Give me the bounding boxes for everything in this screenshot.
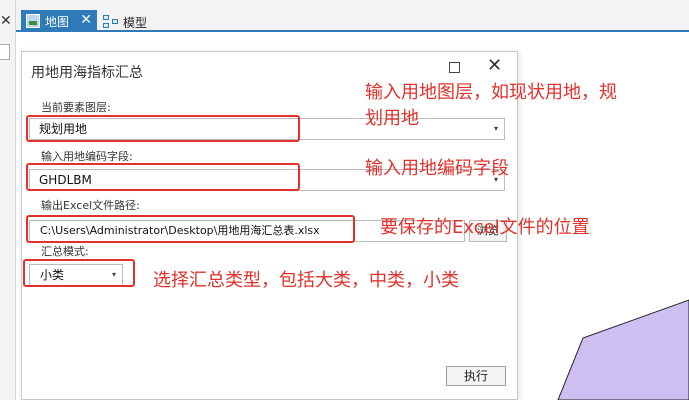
tab-model[interactable]: 模型 — [103, 12, 147, 32]
annotation-code-note: 输入用地编码字段 — [365, 158, 509, 179]
highlight-mode-field — [23, 259, 135, 287]
tab-model-label: 模型 — [123, 15, 148, 30]
highlight-code-field — [26, 163, 300, 191]
highlight-excel-path — [26, 215, 355, 243]
left-panel-close-icon[interactable]: ✕ — [0, 14, 12, 28]
highlight-layer-field — [26, 115, 300, 142]
land-use-polygon[interactable] — [557, 299, 689, 400]
model-builder-icon — [103, 15, 119, 29]
maximize-icon[interactable] — [449, 62, 460, 73]
run-button[interactable]: 执行 — [446, 366, 506, 386]
chevron-down-icon: ▾ — [493, 124, 498, 133]
mode-label: 汇总模式: — [41, 245, 89, 258]
excel-path-label: 输出Excel文件路径: — [41, 199, 140, 212]
map-icon — [26, 14, 40, 28]
tab-map-label: 地图 — [45, 14, 70, 29]
annotation-mode-note: 选择汇总类型，包括大类，中类，小类 — [153, 270, 459, 291]
tab-map-close-icon[interactable]: ✕ — [80, 12, 92, 28]
annotation-excel-note: 要保存的Excel文件的位置 — [380, 217, 590, 238]
dialog-close-icon[interactable]: ✕ — [487, 55, 502, 77]
tab-map[interactable]: 地图 ✕ — [21, 10, 97, 32]
annotation-layer-note-line1: 输入用地图层，如现状用地，规 — [365, 82, 617, 103]
code-field-label: 输入用地编码字段: — [41, 150, 133, 163]
left-panel-edge: ✕ — [0, 0, 16, 400]
left-panel-control[interactable] — [0, 44, 10, 60]
annotation-layer-note-line2: 划用地 — [365, 108, 419, 129]
dialog-title: 用地用海指标汇总 — [31, 65, 143, 81]
layer-label: 当前要素图层: — [41, 101, 111, 114]
